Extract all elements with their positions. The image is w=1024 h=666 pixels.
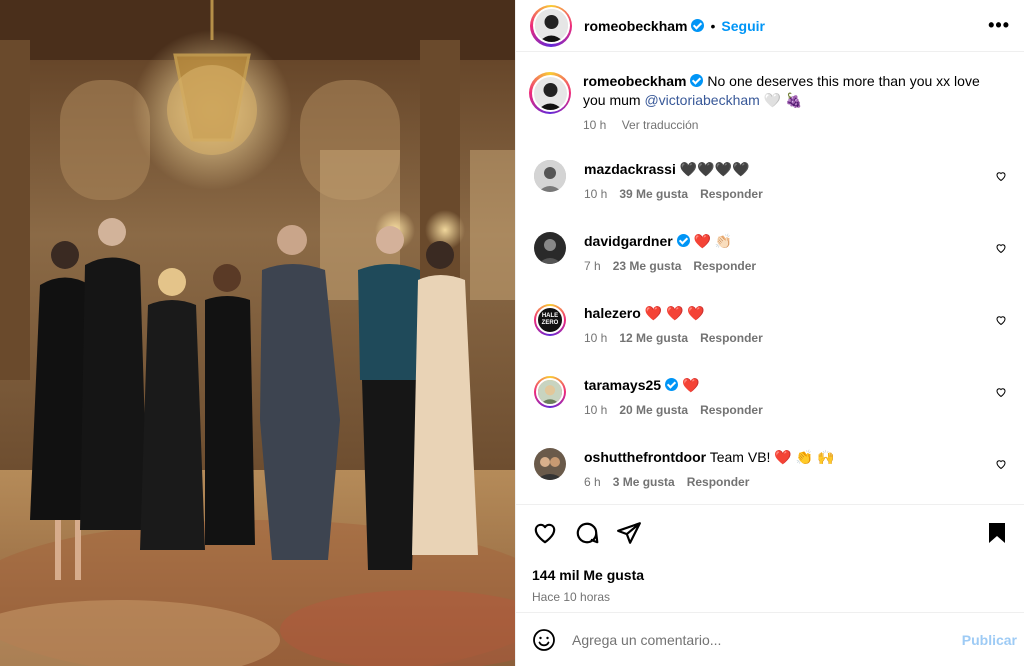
translate-link[interactable]: Ver traducción (622, 118, 699, 132)
verified-badge-icon (691, 19, 705, 32)
post-time[interactable]: Hace 10 horas (532, 590, 1009, 604)
comment-time[interactable]: 10 h (584, 403, 607, 417)
like-comment-heart-icon[interactable] (995, 242, 1007, 254)
save-bookmark-icon[interactable] (985, 520, 1009, 546)
reply-button[interactable]: Responder (700, 187, 763, 201)
comment-likes[interactable]: 12 Me gusta (619, 331, 688, 345)
comment-avatar[interactable] (534, 376, 566, 408)
more-options-icon[interactable]: ••• (988, 15, 1010, 36)
reply-button[interactable]: Responder (700, 403, 763, 417)
comment-item: mazdackrassi 🖤🖤🖤🖤 10 h 39 Me gusta Respond… (530, 160, 1011, 201)
halezero-logo: HALE ZERO (536, 306, 564, 334)
verified-badge-icon (676, 234, 690, 247)
share-send-icon[interactable] (616, 520, 642, 546)
comment-username[interactable]: halezero (584, 305, 641, 321)
like-heart-icon[interactable] (532, 520, 558, 546)
comment-item: davidgardner ❤️ 👏🏻 7 h 23 Me gusta Respond… (530, 232, 1011, 273)
story-ring[interactable] (530, 4, 572, 47)
instagram-post-view: romeobeckham • Seguir ••• romeobeckham N… (0, 0, 1024, 666)
caption-avatar[interactable] (529, 72, 571, 114)
add-comment-bar: Publicar (516, 612, 1024, 666)
comment-input[interactable] (572, 631, 962, 648)
post-detail-panel: romeobeckham • Seguir ••• romeobeckham N… (515, 0, 1024, 666)
post-photo[interactable] (0, 0, 515, 666)
verified-badge-icon (665, 378, 679, 391)
photo-illustration (0, 0, 515, 666)
like-count[interactable]: 144 mil Me gusta (532, 567, 1009, 583)
comment-username[interactable]: oshutthefrontdoor (584, 449, 706, 465)
verified-badge-icon (690, 74, 704, 87)
comment-item: taramays25 ❤️ 10 h 20 Me gusta Responder (530, 376, 1011, 417)
like-comment-heart-icon[interactable] (995, 386, 1007, 398)
comment-text: ❤️ 👏🏻 (689, 233, 733, 249)
reply-button[interactable]: Responder (687, 475, 750, 489)
comment-avatar[interactable] (534, 448, 566, 480)
post-header: romeobeckham • Seguir ••• (516, 0, 1024, 52)
caption-username[interactable]: romeobeckham (583, 73, 686, 89)
comment-username[interactable]: taramays25 (584, 377, 661, 393)
comment-likes[interactable]: 23 Me gusta (613, 259, 682, 273)
like-comment-heart-icon[interactable] (995, 314, 1007, 326)
comment-item: oshutthefrontdoor Team VB! ❤️ 👏 🙌 6 h 3 M… (530, 448, 1011, 489)
emoji-picker-icon[interactable] (532, 628, 556, 652)
separator: • (710, 17, 716, 34)
comment-bubble-icon[interactable] (574, 520, 600, 546)
comment-time[interactable]: 10 h (584, 331, 607, 345)
comment-text: ❤️ ❤️ ❤️ (640, 305, 705, 321)
comment-item: HALE ZERO halezero ❤️ ❤️ ❤️ 10 h 12 Me gu… (530, 304, 1011, 345)
comment-avatar[interactable] (534, 160, 566, 192)
comment-time[interactable]: 7 h (584, 259, 601, 273)
comment-likes[interactable]: 20 Me gusta (619, 403, 688, 417)
author-username[interactable]: romeobeckham (584, 18, 687, 34)
comment-time[interactable]: 6 h (584, 475, 601, 489)
comment-username[interactable]: davidgardner (584, 233, 673, 249)
post-comment-button[interactable]: Publicar (962, 632, 1017, 648)
comment-text: ❤️ (678, 377, 700, 393)
comment-avatar[interactable] (534, 232, 566, 264)
post-actions: 144 mil Me gusta Hace 10 horas (516, 504, 1024, 604)
caption-mention-link[interactable]: @victoriabeckham (644, 92, 759, 108)
reply-button[interactable]: Responder (700, 331, 763, 345)
comment-avatar[interactable]: HALE ZERO (534, 304, 566, 336)
comment-text: Team VB! ❤️ 👏 🙌 (706, 449, 835, 465)
comment-username[interactable]: mazdackrassi (584, 161, 676, 177)
comments-list[interactable]: romeobeckham No one deserves this more t… (516, 52, 1024, 504)
avatar (534, 9, 568, 42)
caption: romeobeckham No one deserves this more t… (529, 72, 1011, 132)
like-comment-heart-icon[interactable] (995, 170, 1007, 182)
reply-button[interactable]: Responder (693, 259, 756, 273)
comment-likes[interactable]: 39 Me gusta (619, 187, 688, 201)
caption-time[interactable]: 10 h (583, 118, 606, 132)
caption-emoji: 🤍 🍇 (759, 92, 803, 108)
comment-time[interactable]: 10 h (584, 187, 607, 201)
like-comment-heart-icon[interactable] (995, 458, 1007, 470)
comment-text: 🖤🖤🖤🖤 (675, 161, 750, 177)
follow-button[interactable]: Seguir (721, 18, 765, 34)
comment-likes[interactable]: 3 Me gusta (613, 475, 675, 489)
